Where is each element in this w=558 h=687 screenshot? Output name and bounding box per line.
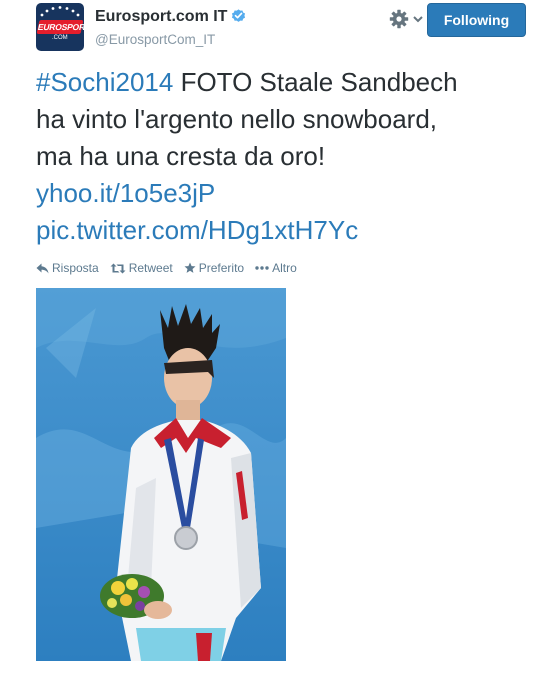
athlete-podium-image	[36, 288, 286, 661]
favorite-action[interactable]: Preferito	[184, 261, 244, 275]
verified-badge-icon	[232, 9, 246, 22]
tweet-text-1: FOTO Staale Sandbech	[173, 67, 458, 97]
more-icon	[255, 266, 269, 270]
stars-icon	[40, 6, 80, 17]
tweet-line-1: #Sochi2014 FOTO Staale Sandbech	[36, 64, 536, 101]
account-handle[interactable]: @EurosportCom_IT	[95, 32, 215, 47]
logo-suffix: .COM	[52, 35, 68, 41]
reply-label[interactable]: Risposta	[52, 261, 99, 275]
avatar[interactable]: EUROSPORT .COM	[36, 3, 84, 51]
more-label[interactable]: Altro	[272, 261, 297, 275]
tweet-actions: Risposta Retweet Preferito Altro	[36, 261, 297, 275]
retweet-action[interactable]: Retweet	[110, 261, 173, 275]
reply-icon	[36, 263, 49, 273]
pic-link[interactable]: pic.twitter.com/HDg1xtH7Yc	[36, 215, 358, 245]
user-actions-dropdown[interactable]	[389, 8, 424, 30]
tweet-text: #Sochi2014 FOTO Staale Sandbech ha vinto…	[36, 64, 536, 249]
retweet-icon	[110, 263, 126, 273]
url-link[interactable]: yhoo.it/1o5e3jP	[36, 178, 215, 208]
reply-action[interactable]: Risposta	[36, 261, 99, 275]
more-action[interactable]: Altro	[255, 261, 297, 275]
hashtag-link[interactable]: #Sochi2014	[36, 67, 173, 97]
favorite-label[interactable]: Preferito	[199, 261, 244, 275]
account-name[interactable]: Eurosport.com IT	[95, 8, 227, 25]
eurosport-logo: EUROSPORT	[36, 20, 84, 34]
gear-icon	[389, 9, 409, 29]
retweet-label[interactable]: Retweet	[129, 261, 173, 275]
tweet-text-2: ha vinto l'argento nello snowboard,	[36, 104, 438, 134]
following-button[interactable]: Following	[427, 3, 526, 37]
tweet-photo[interactable]	[36, 288, 286, 661]
chevron-down-icon	[413, 16, 423, 23]
star-icon	[184, 262, 196, 273]
tweet-text-3: ma ha una cresta da oro!	[36, 141, 326, 171]
account-name-row[interactable]: Eurosport.com IT	[95, 8, 246, 26]
